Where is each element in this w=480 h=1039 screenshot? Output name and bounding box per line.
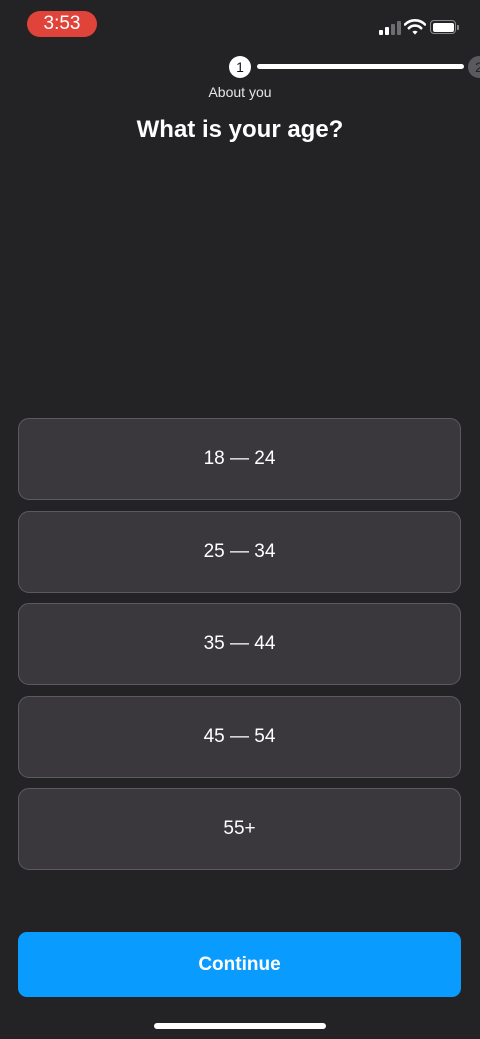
progress-line <box>257 64 464 69</box>
age-option-25-34[interactable]: 25 — 34 <box>18 510 461 593</box>
age-option-45-54[interactable]: 45 — 54 <box>18 695 461 778</box>
cellular-signal-icon <box>379 20 401 35</box>
continue-button[interactable]: Continue <box>18 932 461 997</box>
age-option-55-plus[interactable]: 55+ <box>18 788 461 870</box>
battery-icon <box>430 20 459 34</box>
age-option-35-44[interactable]: 35 — 44 <box>18 603 461 685</box>
step-label: About you <box>208 84 272 100</box>
age-option-18-24[interactable]: 18 — 24 <box>18 418 461 500</box>
home-indicator[interactable] <box>154 1023 326 1029</box>
onboarding-progress: 1 2 About you <box>0 54 480 104</box>
step-indicator-current: 1 <box>229 56 251 78</box>
wifi-icon <box>404 19 426 35</box>
age-options-list: 18 — 24 25 — 34 35 — 44 45 — 54 55+ <box>18 418 461 881</box>
question-title: What is your age? <box>136 116 344 143</box>
step-indicator-next: 2 <box>468 56 480 78</box>
status-time: 3:53 <box>27 11 97 37</box>
status-bar: 3:53 <box>0 0 480 48</box>
